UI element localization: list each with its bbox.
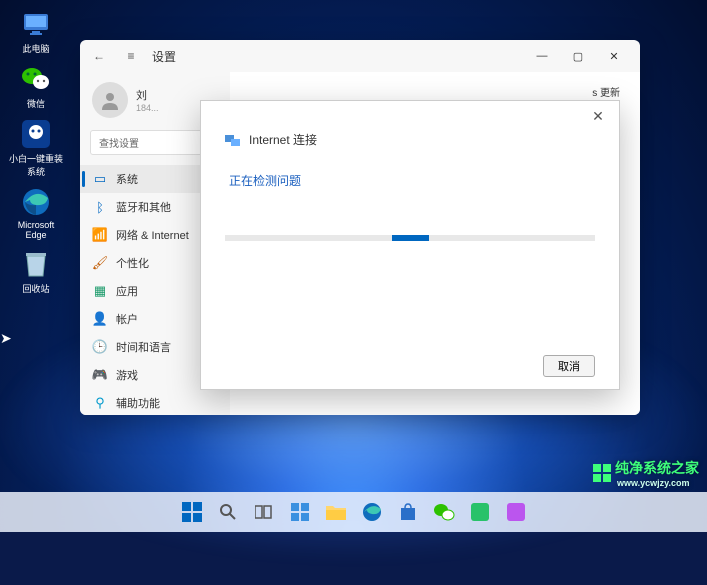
xiaobai-icon [20, 118, 52, 150]
nav-access[interactable]: ⚲ 辅助功能 [80, 389, 230, 415]
window-titlebar: ← ≡ 设置 — ▢ ✕ [80, 40, 640, 72]
watermark-text: 纯净系统之家 [615, 458, 699, 478]
desktop-icon-label: 微信 [27, 97, 45, 110]
taskview-button[interactable] [249, 497, 279, 527]
widgets-button[interactable] [285, 497, 315, 527]
account-icon: 👤 [92, 311, 108, 327]
dialog-title: Internet 连接 [249, 131, 317, 148]
brush-icon: 🖌 [92, 255, 108, 271]
troubleshoot-dialog: ✕ Internet 连接 正在检测问题 取消 [200, 100, 620, 390]
progress-segment [392, 235, 429, 241]
desktop-icon-label: 小白一键重装系统 [8, 152, 64, 178]
wechat-icon [20, 63, 52, 95]
desktop-icon-edge[interactable]: Microsoft Edge [8, 186, 64, 240]
maximize-button[interactable]: ▢ [560, 42, 596, 70]
desktop-icon-xiaobai[interactable]: 小白一键重装系统 [8, 118, 64, 178]
desktop-icon-label: Microsoft Edge [8, 220, 64, 240]
dialog-title-row: Internet 连接 [225, 131, 595, 148]
pc-icon [20, 8, 52, 40]
nav-label: 系统 [116, 171, 138, 187]
dialog-message: 正在检测问题 [229, 172, 595, 189]
desktop-icon-recycle[interactable]: 回收站 [8, 248, 64, 295]
cancel-button[interactable]: 取消 [543, 355, 595, 377]
game-icon: 🎮 [92, 367, 108, 383]
watermark-logo-icon [593, 464, 611, 482]
window-title: 设置 [152, 48, 176, 65]
apps-icon: ▦ [92, 283, 108, 299]
explorer-button[interactable] [321, 497, 351, 527]
nav-label: 个性化 [116, 255, 149, 271]
search-button[interactable] [213, 497, 243, 527]
nav-label: 游戏 [116, 367, 138, 383]
user-sub: 184... [136, 103, 159, 113]
access-icon: ⚲ [92, 395, 108, 411]
watermark: 纯净系统之家 www.ycwjzy.com [593, 458, 699, 488]
dialog-titlebar: ✕ [201, 101, 619, 131]
network-icon [225, 133, 241, 147]
watermark-url: www.ycwjzy.com [617, 478, 699, 488]
minimize-button[interactable]: — [524, 42, 560, 70]
time-icon: 🕒 [92, 339, 108, 355]
nav-label: 应用 [116, 283, 138, 299]
desktop-icons: 此电脑 微信 小白一键重装系统 Microsoft Edge 回收站 [8, 8, 64, 295]
start-button[interactable] [177, 497, 207, 527]
desktop: 此电脑 微信 小白一键重装系统 Microsoft Edge 回收站 ← ≡ 设… [0, 0, 707, 532]
desktop-icon-label: 此电脑 [22, 42, 49, 55]
menu-button[interactable]: ≡ [120, 45, 142, 67]
nav-label: 网络 & Internet [116, 227, 189, 243]
bt-icon: ᛒ [92, 199, 108, 215]
user-name: 刘 [136, 87, 159, 103]
edge-button[interactable] [357, 497, 387, 527]
edge-icon [20, 186, 52, 218]
store-button[interactable] [393, 497, 423, 527]
status-label: s 更新 [592, 88, 620, 99]
progress-bar [225, 235, 595, 241]
app-button-2[interactable] [501, 497, 531, 527]
desktop-icon-pc[interactable]: 此电脑 [8, 8, 64, 55]
taskbar [0, 492, 707, 532]
back-button[interactable]: ← [88, 45, 110, 67]
nav-label: 时间和语言 [116, 339, 171, 355]
wechat-button[interactable] [429, 497, 459, 527]
app-button-1[interactable] [465, 497, 495, 527]
wifi-icon: 📶 [92, 227, 108, 243]
close-button[interactable]: ✕ [596, 42, 632, 70]
recycle-icon [20, 248, 52, 280]
desktop-icon-wechat[interactable]: 微信 [8, 63, 64, 110]
nav-label: 帐户 [116, 311, 138, 327]
dialog-close-button[interactable]: ✕ [583, 104, 613, 128]
avatar [92, 82, 128, 118]
nav-label: 辅助功能 [116, 395, 160, 411]
system-icon: ▭ [92, 171, 108, 187]
nav-label: 蓝牙和其他 [116, 199, 171, 215]
desktop-icon-label: 回收站 [22, 282, 49, 295]
